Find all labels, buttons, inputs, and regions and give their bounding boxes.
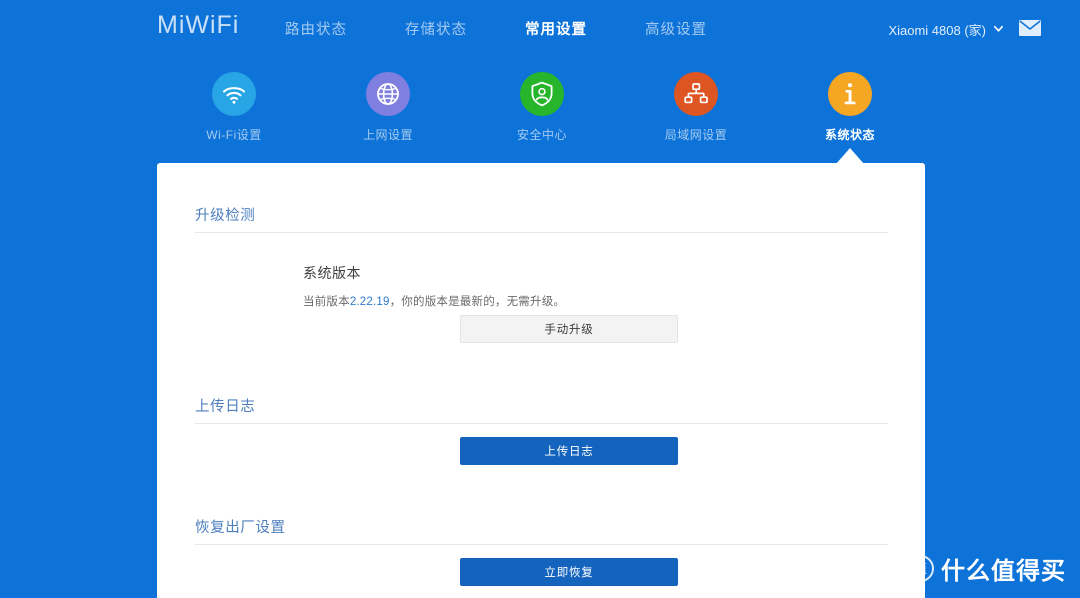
upload-log-button[interactable]: 上传日志 xyxy=(460,437,678,465)
shortcut-internet-settings[interactable]: 上网设置 xyxy=(333,72,443,143)
shortcut-icon-row: Wi-Fi设置 上网设置 安全中心 局域网设置 系统状态 xyxy=(0,72,1080,152)
section-divider xyxy=(195,232,888,233)
shortcut-system-status[interactable]: 系统状态 xyxy=(795,72,905,143)
version-number: 2.22.19 xyxy=(349,296,390,308)
chevron-down-icon xyxy=(993,23,1003,32)
account-label: Xiaomi 4808 (家) xyxy=(888,23,986,38)
settings-content-panel: 升级检测 系统版本 当前版本2.22.19，你的版本是最新的，无需升级。 手动升… xyxy=(157,163,925,598)
nav-item-advanced-settings[interactable]: 高级设置 xyxy=(645,18,707,39)
manual-upgrade-button[interactable]: 手动升级 xyxy=(460,315,678,343)
section-divider xyxy=(195,423,888,424)
miwifi-router-admin-page: MiWiFi 路由状态 存储状态 常用设置 高级设置 Xiaomi 4808 (… xyxy=(0,0,1080,598)
factory-reset-button[interactable]: 立即恢复 xyxy=(460,558,678,586)
network-icon xyxy=(674,72,718,116)
active-tab-pointer xyxy=(836,148,864,164)
section-title-upgrade-check: 升级检测 xyxy=(195,208,256,224)
top-navigation-bar: MiWiFi 路由状态 存储状态 常用设置 高级设置 Xiaomi 4808 (… xyxy=(0,0,1080,56)
shortcut-label: 系统状态 xyxy=(824,128,875,142)
section-title-upload-log: 上传日志 xyxy=(195,399,256,415)
section-divider xyxy=(195,544,888,545)
shortcut-label: Wi-Fi设置 xyxy=(206,128,262,142)
nav-item-common-settings[interactable]: 常用设置 xyxy=(525,18,587,39)
section-title-factory-reset: 恢复出厂设置 xyxy=(195,520,286,536)
current-version-text: 当前版本2.22.19，你的版本是最新的，无需升级。 xyxy=(303,293,565,309)
account-menu[interactable]: Xiaomi 4808 (家) xyxy=(888,20,1003,39)
miwifi-logo: MiWiFi xyxy=(157,11,240,39)
watermark: 值 什么值得买 xyxy=(907,551,1066,586)
shield-user-icon xyxy=(520,72,564,116)
shortcut-wifi-settings[interactable]: Wi-Fi设置 xyxy=(179,72,289,143)
mail-icon[interactable] xyxy=(1018,18,1042,38)
watermark-text: 什么值得买 xyxy=(941,558,1066,585)
wifi-icon xyxy=(212,72,256,116)
version-suffix: ，你的版本是最新的，无需升级。 xyxy=(389,296,566,308)
version-prefix: 当前版本 xyxy=(303,296,350,308)
sub-title-system-version: 系统版本 xyxy=(303,265,361,281)
globe-icon xyxy=(366,72,410,116)
shortcut-label: 局域网设置 xyxy=(664,128,728,142)
nav-item-router-status[interactable]: 路由状态 xyxy=(285,18,347,39)
shortcut-lan-settings[interactable]: 局域网设置 xyxy=(641,72,751,143)
info-icon xyxy=(828,72,872,116)
main-nav-items: 路由状态 存储状态 常用设置 高级设置 xyxy=(285,18,707,39)
nav-item-storage-status[interactable]: 存储状态 xyxy=(405,18,467,39)
shortcut-security-center[interactable]: 安全中心 xyxy=(487,72,597,143)
shortcut-label: 上网设置 xyxy=(362,128,413,142)
shortcut-label: 安全中心 xyxy=(516,128,567,142)
